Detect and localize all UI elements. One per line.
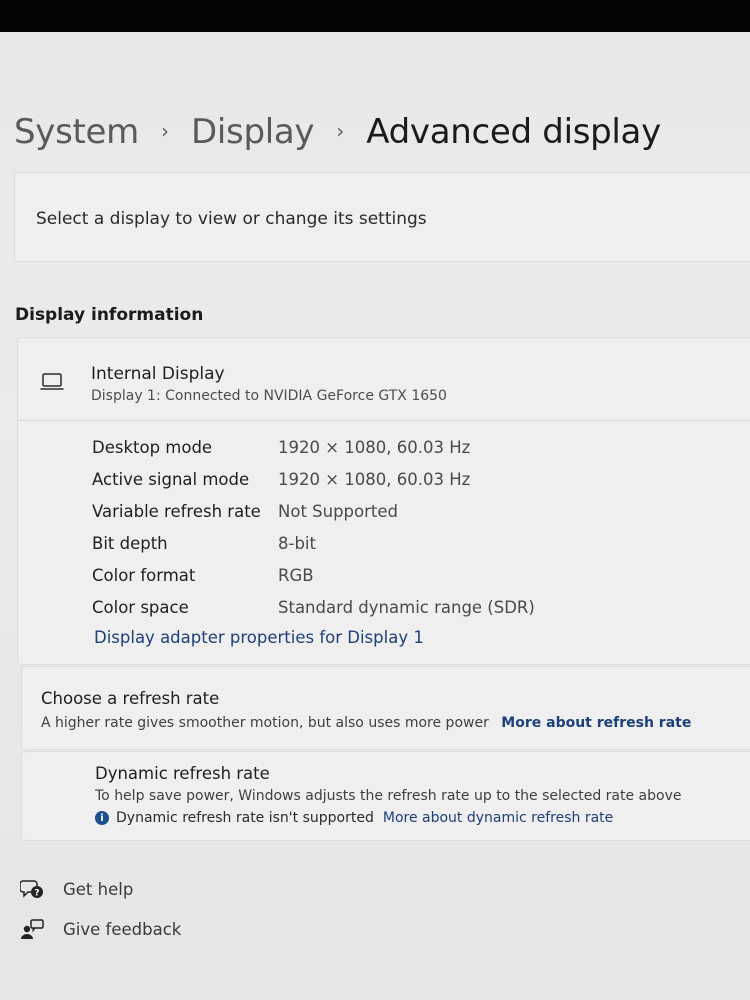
display-information-heading: Display information [15, 305, 204, 325]
refresh-rate-subtitle: A higher rate gives smoother motion, but… [41, 715, 489, 731]
dynamic-refresh-note: i Dynamic refresh rate isn't supported M… [95, 810, 613, 826]
breadcrumb-separator-icon: › [161, 119, 169, 143]
property-label: Bit depth [92, 534, 168, 553]
dynamic-refresh-title: Dynamic refresh rate [95, 764, 270, 783]
top-bezel [0, 0, 750, 32]
get-help-link[interactable]: ? Get help [20, 878, 133, 900]
property-label: Color format [92, 566, 196, 585]
get-help-label: Get help [63, 879, 134, 899]
refresh-rate-description: A higher rate gives smoother motion, but… [41, 715, 691, 731]
property-row: Color format RGB [92, 562, 732, 594]
display-name: Internal Display [91, 364, 225, 384]
property-row: Color space Standard dynamic range (SDR) [92, 594, 732, 626]
svg-text:?: ? [34, 889, 39, 899]
display-adapter-properties-link[interactable]: Display adapter properties for Display 1 [94, 628, 424, 647]
dynamic-refresh-description: To help save power, Windows adjusts the … [95, 788, 682, 804]
breadcrumb-system[interactable]: System [14, 112, 139, 152]
property-label: Variable refresh rate [92, 502, 261, 521]
more-about-refresh-rate-link[interactable]: More about refresh rate [501, 715, 691, 731]
property-value: Not Supported [278, 502, 399, 521]
property-value: 8-bit [278, 534, 316, 553]
give-feedback-link[interactable]: Give feedback [20, 918, 181, 940]
dynamic-refresh-card: Dynamic refresh rate To help save power,… [21, 751, 750, 841]
refresh-rate-title: Choose a refresh rate [41, 689, 220, 708]
info-icon: i [95, 811, 109, 825]
dynamic-refresh-unsupported-text: Dynamic refresh rate isn't supported [116, 810, 374, 826]
property-value: 1920 × 1080, 60.03 Hz [278, 470, 471, 489]
laptop-icon [40, 373, 64, 390]
select-display-card[interactable]: Select a display to view or change its s… [14, 172, 750, 262]
breadcrumb-separator-icon: › [336, 119, 345, 143]
property-row: Variable refresh rate Not Supported [92, 498, 732, 530]
give-feedback-label: Give feedback [63, 919, 182, 939]
more-about-dynamic-refresh-link[interactable]: More about dynamic refresh rate [383, 810, 613, 826]
property-value: Standard dynamic range (SDR) [278, 598, 535, 617]
select-display-text: Select a display to view or change its s… [36, 209, 427, 229]
property-label: Color space [92, 598, 189, 617]
settings-window: System › Display › Advanced display Sele… [0, 32, 750, 1000]
property-row: Active signal mode 1920 × 1080, 60.03 Hz [92, 466, 732, 498]
feedback-icon [21, 919, 44, 939]
display-information-card: Internal Display Display 1: Connected to… [17, 337, 750, 665]
help-icon: ? [20, 880, 43, 899]
breadcrumb-display[interactable]: Display [191, 112, 315, 152]
page-title: Advanced display [366, 112, 661, 152]
refresh-rate-card: Choose a refresh rate A higher rate give… [21, 666, 750, 750]
property-value: RGB [278, 566, 314, 585]
property-label: Desktop mode [92, 438, 213, 457]
display-properties: Desktop mode 1920 × 1080, 60.03 Hz Activ… [92, 434, 732, 626]
property-row: Bit depth 8-bit [92, 530, 732, 562]
property-value: 1920 × 1080, 60.03 Hz [278, 438, 471, 457]
property-row: Desktop mode 1920 × 1080, 60.03 Hz [92, 434, 732, 466]
display-header: Internal Display Display 1: Connected to… [18, 338, 750, 421]
display-connection: Display 1: Connected to NVIDIA GeForce G… [91, 388, 447, 404]
property-label: Active signal mode [92, 470, 250, 489]
breadcrumb: System › Display › Advanced display [14, 108, 661, 156]
